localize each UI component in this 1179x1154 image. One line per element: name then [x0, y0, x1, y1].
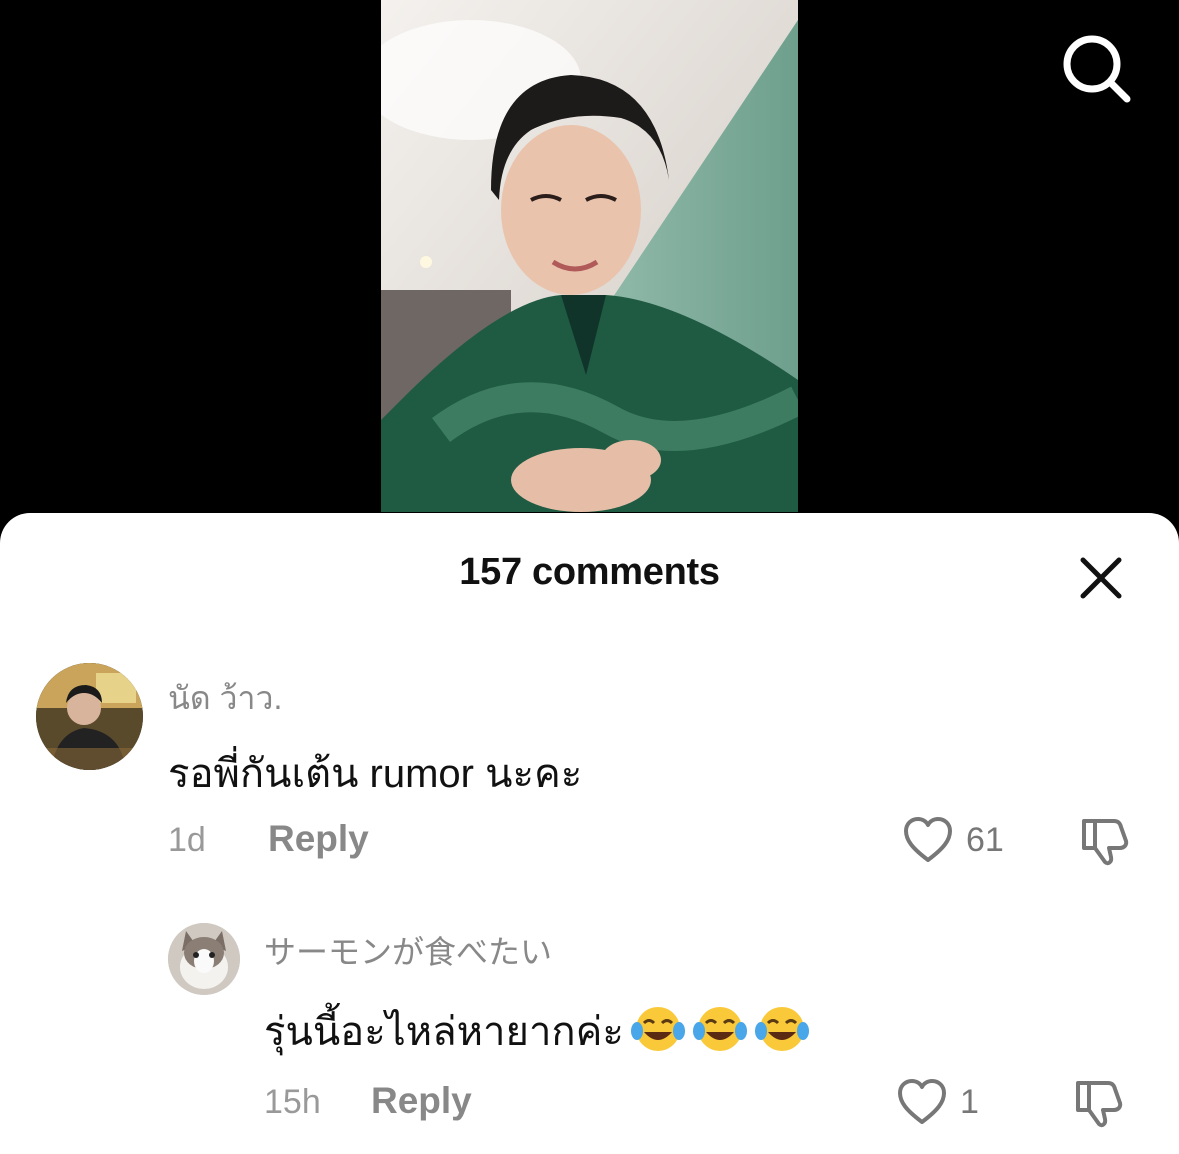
comment-text: รุ่นนี้อะไหล่หายากค่ะ: [264, 999, 810, 1064]
avatar[interactable]: [36, 663, 143, 770]
comments-sheet: 157 comments นัด ว้าว. รอพี่กันเต้น rumo…: [0, 513, 1179, 1154]
comment-timestamp: 1d: [168, 821, 206, 859]
thumbs-down-icon: [1082, 819, 1129, 866]
like-button[interactable]: [902, 815, 954, 867]
heart-outline-icon: [898, 1079, 946, 1124]
comment-username[interactable]: นัด ว้าว.: [168, 673, 282, 724]
comment-text-body: รุ่นนี้อะไหล่หายากค่ะ: [264, 1010, 624, 1054]
like-count: 1: [960, 1083, 979, 1121]
like-button[interactable]: [896, 1077, 948, 1129]
video-player[interactable]: [381, 0, 798, 512]
search-button[interactable]: [1058, 30, 1134, 106]
close-icon: [1080, 557, 1122, 599]
like-count: 61: [966, 821, 1004, 859]
close-button[interactable]: [1074, 551, 1128, 605]
thumbs-down-icon: [1076, 1081, 1123, 1128]
dislike-button[interactable]: [1078, 813, 1134, 869]
search-icon: [1063, 35, 1131, 103]
avatar[interactable]: [168, 923, 240, 995]
tears-of-joy-emoji: [754, 1004, 810, 1064]
video-area: [0, 0, 1179, 520]
reply-button[interactable]: Reply: [268, 818, 369, 860]
tears-of-joy-emoji: [630, 1004, 686, 1064]
dislike-button[interactable]: [1072, 1075, 1128, 1131]
comment-text: รอพี่กันเต้น rumor นะคะ: [168, 752, 583, 796]
comment-timestamp: 15h: [264, 1083, 321, 1121]
comment-username[interactable]: サーモンが食べたい: [264, 927, 552, 973]
reply-button[interactable]: Reply: [371, 1080, 472, 1122]
heart-outline-icon: [904, 817, 952, 862]
tears-of-joy-emoji: [692, 1004, 748, 1064]
comments-count-title: 157 comments: [459, 551, 720, 593]
comment-item: นัด ว้าว. รอพี่กันเต้น rumor นะคะ 1d Rep…: [0, 663, 1179, 873]
comment-reply-item: サーモンが食べたい รุ่นนี้อะไหล่หายากค่ะ 15h Repl…: [0, 923, 1179, 1133]
video-thumbnail: [381, 0, 798, 512]
